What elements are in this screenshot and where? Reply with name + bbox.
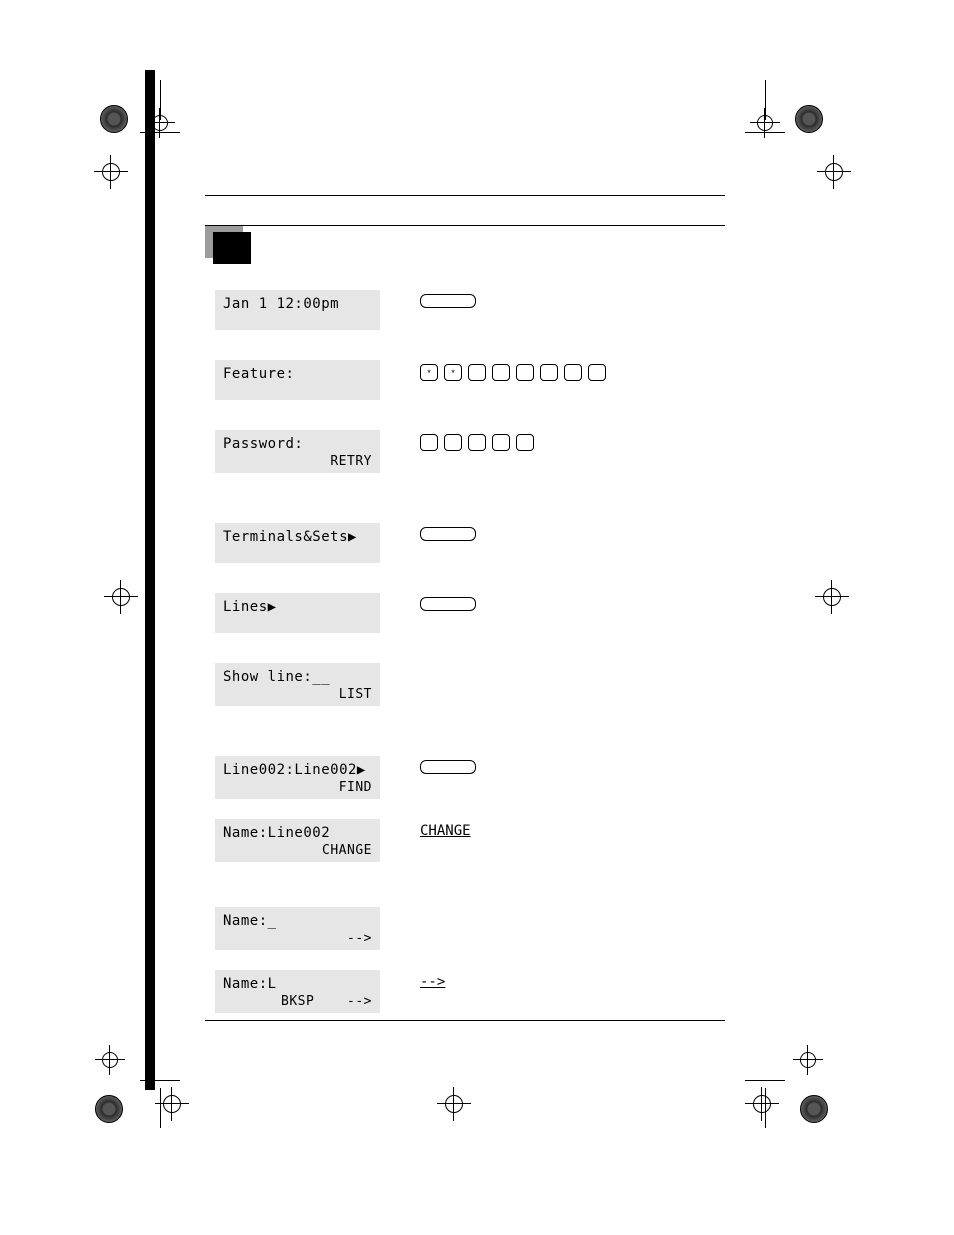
- crop-mark-tr-extra: [817, 155, 851, 189]
- row-action: [420, 290, 476, 308]
- row-action: CHANGE: [420, 819, 471, 839]
- rule-top: [205, 195, 725, 196]
- lcd-display: Name:L BKSP -->: [215, 970, 380, 1013]
- crop-mark-br-extra: [745, 1087, 779, 1121]
- instruction-row: Lines▶: [215, 593, 725, 633]
- row-action: -->: [420, 970, 445, 990]
- crop-mark-tl-extra: [94, 155, 128, 189]
- softkey[interactable]: -->: [347, 931, 372, 946]
- lcd-line1: Name:Line002: [223, 825, 372, 841]
- rule-bottom: [205, 1020, 725, 1021]
- crop-mark-bl-extra: [155, 1087, 189, 1121]
- button-icon[interactable]: [420, 527, 476, 541]
- softkey[interactable]: CHANGE: [322, 843, 372, 858]
- keypad-key-icon[interactable]: [492, 364, 510, 381]
- press-softkey[interactable]: CHANGE: [420, 823, 471, 839]
- softkey[interactable]: LIST: [339, 687, 372, 702]
- row-action: **: [420, 360, 606, 381]
- keypad-key-icon[interactable]: [540, 364, 558, 381]
- keypad-key-icon[interactable]: [492, 434, 510, 451]
- lcd-line1: Name:_: [223, 913, 372, 929]
- row-action: [420, 593, 476, 611]
- crop-mark-ml: [104, 580, 138, 614]
- row-action: [420, 756, 476, 774]
- section-marker: [205, 226, 257, 266]
- lcd-line1: Lines▶: [223, 599, 372, 615]
- lcd-display: Line002:Line002▶ FIND: [215, 756, 380, 799]
- keypad-key-icon[interactable]: [444, 434, 462, 451]
- softkey[interactable]: RETRY: [330, 454, 372, 469]
- row-action: [420, 523, 476, 541]
- keypad-key-icon[interactable]: *: [420, 364, 438, 381]
- lcd-display: Name:Line002 CHANGE: [215, 819, 380, 862]
- press-softkey[interactable]: -->: [420, 974, 445, 990]
- lcd-display: Feature:: [215, 360, 380, 400]
- lcd-display: Show line:__ LIST: [215, 663, 380, 706]
- page-sidebar-black: [145, 70, 155, 1090]
- keypad-key-icon[interactable]: [468, 434, 486, 451]
- instruction-row: Jan 1 12:00pm: [215, 290, 725, 330]
- instruction-row: Password: RETRY: [215, 430, 725, 473]
- crop-mark-bc: [437, 1087, 471, 1121]
- instruction-row: Show line:__ LIST: [215, 663, 725, 706]
- keypad-key-icon[interactable]: [516, 434, 534, 451]
- instruction-row: Name:_ -->: [215, 907, 725, 950]
- instruction-row: Line002:Line002▶ FIND: [215, 756, 725, 799]
- keypad-key-icon[interactable]: *: [444, 364, 462, 381]
- crop-mark-mr: [815, 580, 849, 614]
- keypad-key-icon[interactable]: [420, 434, 438, 451]
- lcd-line1: Jan 1 12:00pm: [223, 296, 372, 312]
- keypad-key-icon[interactable]: [588, 364, 606, 381]
- keypad-key-icon[interactable]: [468, 364, 486, 381]
- softkey[interactable]: -->: [347, 994, 372, 1009]
- keypad-key-icon[interactable]: [564, 364, 582, 381]
- keypad-key-icon[interactable]: [516, 364, 534, 381]
- lcd-line1: Feature:: [223, 366, 372, 382]
- lcd-display: Terminals&Sets▶: [215, 523, 380, 563]
- instruction-row: Feature:**: [215, 360, 725, 400]
- instruction-rows: Jan 1 12:00pmFeature:**Password:RETRYTer…: [215, 290, 725, 1013]
- button-icon[interactable]: [420, 760, 476, 774]
- button-icon[interactable]: [420, 597, 476, 611]
- lcd-line1: Name:L: [223, 976, 372, 992]
- rule-heading: [205, 225, 725, 226]
- lcd-display: Password: RETRY: [215, 430, 380, 473]
- lcd-display: Name:_ -->: [215, 907, 380, 950]
- softkey[interactable]: FIND: [339, 780, 372, 795]
- lcd-line1: Terminals&Sets▶: [223, 529, 372, 545]
- lcd-line1: Password:: [223, 436, 372, 452]
- softkey[interactable]: BKSP: [281, 994, 314, 1009]
- instruction-row: Name:L BKSP --> -->: [215, 970, 725, 1013]
- lcd-display: Lines▶: [215, 593, 380, 633]
- lcd-display: Jan 1 12:00pm: [215, 290, 380, 330]
- instruction-row: Terminals&Sets▶: [215, 523, 725, 563]
- instruction-row: Name:Line002 CHANGE CHANGE: [215, 819, 725, 862]
- row-action: [420, 430, 534, 451]
- lcd-line1: Line002:Line002▶: [223, 762, 372, 778]
- button-icon[interactable]: [420, 294, 476, 308]
- lcd-line1: Show line:__: [223, 669, 372, 685]
